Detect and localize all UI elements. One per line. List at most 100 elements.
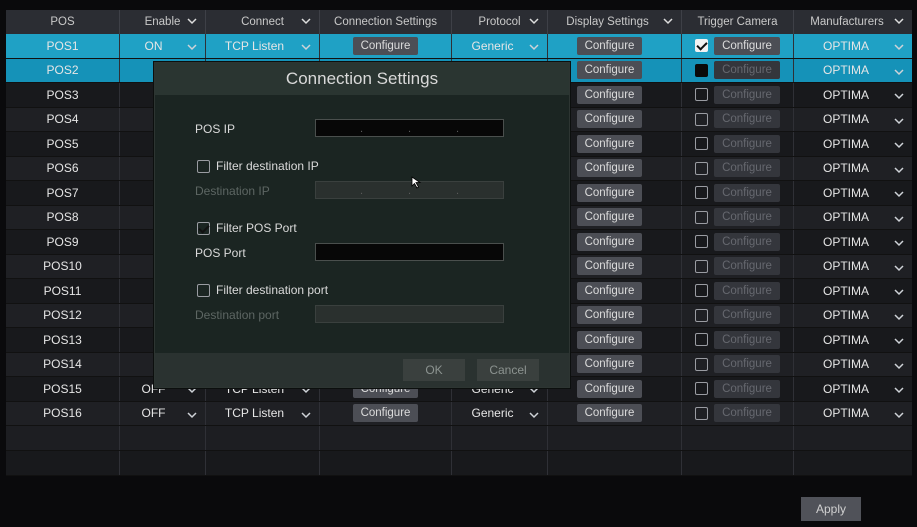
chevron-down-icon[interactable] <box>894 410 904 420</box>
manufacturer-select[interactable]: OPTIMA <box>794 181 912 205</box>
manufacturer-select[interactable]: OPTIMA <box>794 353 912 377</box>
connection-configure-button[interactable]: Configure <box>352 36 419 55</box>
chevron-down-icon[interactable] <box>187 410 197 420</box>
destination-ip-input[interactable]: ... <box>315 181 504 199</box>
trigger-configure-button[interactable]: Configure <box>714 183 780 202</box>
ok-button[interactable]: OK <box>403 359 465 381</box>
manufacturer-select[interactable]: OPTIMA <box>794 59 912 83</box>
display-configure-button[interactable]: Configure <box>576 355 643 374</box>
display-configure-button[interactable]: Configure <box>576 110 643 129</box>
display-configure-button[interactable]: Configure <box>576 232 643 251</box>
trigger-checkbox[interactable] <box>695 137 709 151</box>
trigger-configure-button[interactable]: Configure <box>714 61 780 80</box>
display-configure-button[interactable]: Configure <box>576 379 643 398</box>
checkmark-icon[interactable] <box>197 221 210 235</box>
trigger-checkbox[interactable] <box>695 333 709 347</box>
chevron-down-icon[interactable] <box>894 67 904 77</box>
filter-pos-port-checkbox[interactable]: Filter POS Port <box>197 221 297 235</box>
chevron-down-icon[interactable] <box>894 238 904 248</box>
trigger-configure-button[interactable]: Configure <box>714 355 780 374</box>
header-connect[interactable]: Connect <box>206 10 320 34</box>
chevron-down-icon[interactable] <box>529 410 539 420</box>
header-display-settings[interactable]: Display Settings <box>548 10 682 34</box>
trigger-checkbox[interactable] <box>695 88 709 102</box>
chevron-down-icon[interactable] <box>301 16 311 26</box>
trigger-configure-button[interactable]: Configure <box>714 159 780 178</box>
chevron-down-icon[interactable] <box>894 140 904 150</box>
filter-destination-ip-checkbox[interactable]: Filter destination IP <box>197 159 319 173</box>
chevron-down-icon[interactable] <box>529 16 539 26</box>
chevron-down-icon[interactable] <box>894 16 904 26</box>
enable-select[interactable]: ON <box>120 34 206 58</box>
display-configure-button[interactable]: Configure <box>576 159 643 178</box>
display-configure-button[interactable]: Configure <box>576 330 643 349</box>
manufacturer-select[interactable]: OPTIMA <box>794 377 912 401</box>
display-configure-button[interactable]: Configure <box>576 306 643 325</box>
chevron-down-icon[interactable] <box>301 410 311 420</box>
trigger-configure-button[interactable]: Configure <box>714 404 780 423</box>
chevron-down-icon[interactable] <box>529 42 539 52</box>
trigger-configure-button[interactable]: Configure <box>714 208 780 227</box>
chevron-down-icon[interactable] <box>301 42 311 52</box>
table-row[interactable]: POS1 ON TCP Listen Configure Generic Configur… <box>6 34 912 59</box>
display-configure-button[interactable]: Configure <box>576 257 643 276</box>
header-protocol[interactable]: Protocol <box>452 10 548 34</box>
trigger-configure-button[interactable]: Configure <box>714 134 780 153</box>
header-manufacturers[interactable]: Manufacturers <box>794 10 912 34</box>
chevron-down-icon[interactable] <box>894 189 904 199</box>
display-configure-button[interactable]: Configure <box>576 183 643 202</box>
chevron-down-icon[interactable] <box>894 91 904 101</box>
manufacturer-select[interactable]: OPTIMA <box>794 34 912 58</box>
protocol-select[interactable]: Generic <box>452 401 548 425</box>
manufacturer-select[interactable]: OPTIMA <box>794 279 912 303</box>
manufacturer-select[interactable]: OPTIMA <box>794 304 912 328</box>
manufacturer-select[interactable]: OPTIMA <box>794 230 912 254</box>
chevron-down-icon[interactable] <box>187 16 197 26</box>
display-configure-button[interactable]: Configure <box>576 36 643 55</box>
trigger-checkbox[interactable] <box>695 112 709 126</box>
manufacturer-select[interactable]: OPTIMA <box>794 108 912 132</box>
chevron-down-icon[interactable] <box>894 287 904 297</box>
trigger-checkbox[interactable] <box>695 186 709 200</box>
chevron-down-icon[interactable] <box>894 165 904 175</box>
chevron-down-icon[interactable] <box>894 214 904 224</box>
protocol-select[interactable]: Generic <box>452 34 548 58</box>
cancel-button[interactable]: Cancel <box>477 359 539 381</box>
trigger-configure-button[interactable]: Configure <box>714 330 780 349</box>
trigger-checkbox[interactable] <box>695 357 709 371</box>
display-configure-button[interactable]: Configure <box>576 85 643 104</box>
display-configure-button[interactable]: Configure <box>576 208 643 227</box>
connection-configure-button[interactable]: Configure <box>352 404 419 423</box>
trigger-configure-button[interactable]: Configure <box>714 379 780 398</box>
trigger-checkbox[interactable] <box>695 63 709 77</box>
trigger-configure-button[interactable]: Configure <box>714 85 780 104</box>
destination-port-input[interactable] <box>315 305 504 323</box>
manufacturer-select[interactable]: OPTIMA <box>794 255 912 279</box>
manufacturer-select[interactable]: OPTIMA <box>794 402 912 426</box>
trigger-checkbox[interactable] <box>695 308 709 322</box>
manufacturer-select[interactable]: OPTIMA <box>794 328 912 352</box>
manufacturer-select[interactable]: OPTIMA <box>794 206 912 230</box>
chevron-down-icon[interactable] <box>894 336 904 346</box>
chevron-down-icon[interactable] <box>663 16 673 26</box>
trigger-configure-button[interactable]: Configure <box>714 36 780 55</box>
trigger-configure-button[interactable]: Configure <box>714 257 780 276</box>
trigger-checkbox[interactable] <box>695 406 709 420</box>
chevron-down-icon[interactable] <box>894 263 904 273</box>
chevron-down-icon[interactable] <box>894 361 904 371</box>
chevron-down-icon[interactable] <box>894 385 904 395</box>
chevron-down-icon[interactable] <box>894 312 904 322</box>
display-configure-button[interactable]: Configure <box>576 281 643 300</box>
trigger-checkbox[interactable] <box>695 161 709 175</box>
table-row[interactable]: POS16 OFF TCP Listen Configure Generic Config… <box>6 401 912 426</box>
trigger-configure-button[interactable]: Configure <box>714 306 780 325</box>
filter-destination-port-checkbox[interactable]: Filter destination port <box>197 283 328 297</box>
manufacturer-select[interactable]: OPTIMA <box>794 132 912 156</box>
connect-select[interactable]: TCP Listen <box>206 34 320 58</box>
display-configure-button[interactable]: Configure <box>576 61 643 80</box>
trigger-configure-button[interactable]: Configure <box>714 232 780 251</box>
chevron-down-icon[interactable] <box>894 116 904 126</box>
trigger-configure-button[interactable]: Configure <box>714 110 780 129</box>
chevron-down-icon[interactable] <box>187 42 197 52</box>
checkbox-icon[interactable] <box>197 159 210 173</box>
